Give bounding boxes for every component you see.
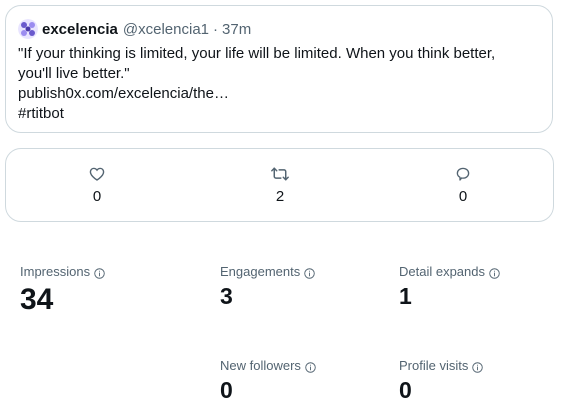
engagements-label-row: Engagements [220, 264, 315, 279]
author-handle[interactable]: @xcelencia1 [123, 21, 209, 38]
engagements-value: 3 [220, 283, 233, 309]
separator: · [213, 20, 219, 38]
impressions-value: 34 [20, 283, 54, 316]
info-icon[interactable] [94, 267, 105, 279]
engagements-stat: Engagements 3 [220, 264, 315, 310]
detail-expands-stat: Detail expands 1 [399, 264, 500, 310]
profile-visits-value: 0 [399, 377, 412, 403]
profile-visits-label-row: Profile visits [399, 358, 484, 373]
new-followers-value: 0 [220, 377, 233, 403]
info-icon[interactable] [472, 361, 484, 373]
new-followers-label-row: New followers [220, 358, 316, 373]
info-icon[interactable] [305, 361, 316, 373]
retweet-icon [260, 165, 300, 183]
reply-icon [443, 165, 483, 183]
new-followers-label: New followers [220, 358, 301, 373]
reply-metric[interactable]: 0 [443, 165, 483, 205]
info-icon[interactable] [304, 267, 315, 279]
like-metric[interactable]: 0 [77, 165, 117, 205]
new-followers-stat: New followers 0 [220, 358, 316, 404]
tweet-header: excelencia @xcelencia1 · 37m [18, 19, 251, 39]
heart-icon [77, 165, 117, 183]
tweet-time[interactable]: 37m [222, 21, 251, 38]
reply-count: 0 [458, 188, 468, 205]
avatar[interactable] [18, 19, 38, 39]
tweet-text: "If your thinking is limited, your life … [18, 45, 496, 122]
impressions-label-row: Impressions [20, 264, 105, 279]
like-count: 0 [92, 188, 102, 205]
detail-expands-label: Detail expands [399, 264, 485, 279]
author-name[interactable]: excelencia [42, 21, 118, 38]
retweet-metric[interactable]: 2 [260, 165, 300, 205]
engagements-label: Engagements [220, 264, 301, 279]
impressions-label: Impressions [20, 264, 91, 279]
detail-expands-value: 1 [399, 283, 412, 309]
detail-expands-label-row: Detail expands [399, 264, 500, 279]
tweet-card[interactable]: excelencia @xcelencia1 · 37m "If your th… [5, 5, 553, 133]
impressions-stat: Impressions 34 [20, 264, 105, 317]
profile-visits-label: Profile visits [399, 358, 469, 373]
info-icon[interactable] [489, 267, 500, 279]
profile-visits-stat: Profile visits 0 [399, 358, 484, 404]
engagement-bar: 0 2 0 [5, 148, 554, 222]
retweet-count: 2 [275, 188, 285, 205]
